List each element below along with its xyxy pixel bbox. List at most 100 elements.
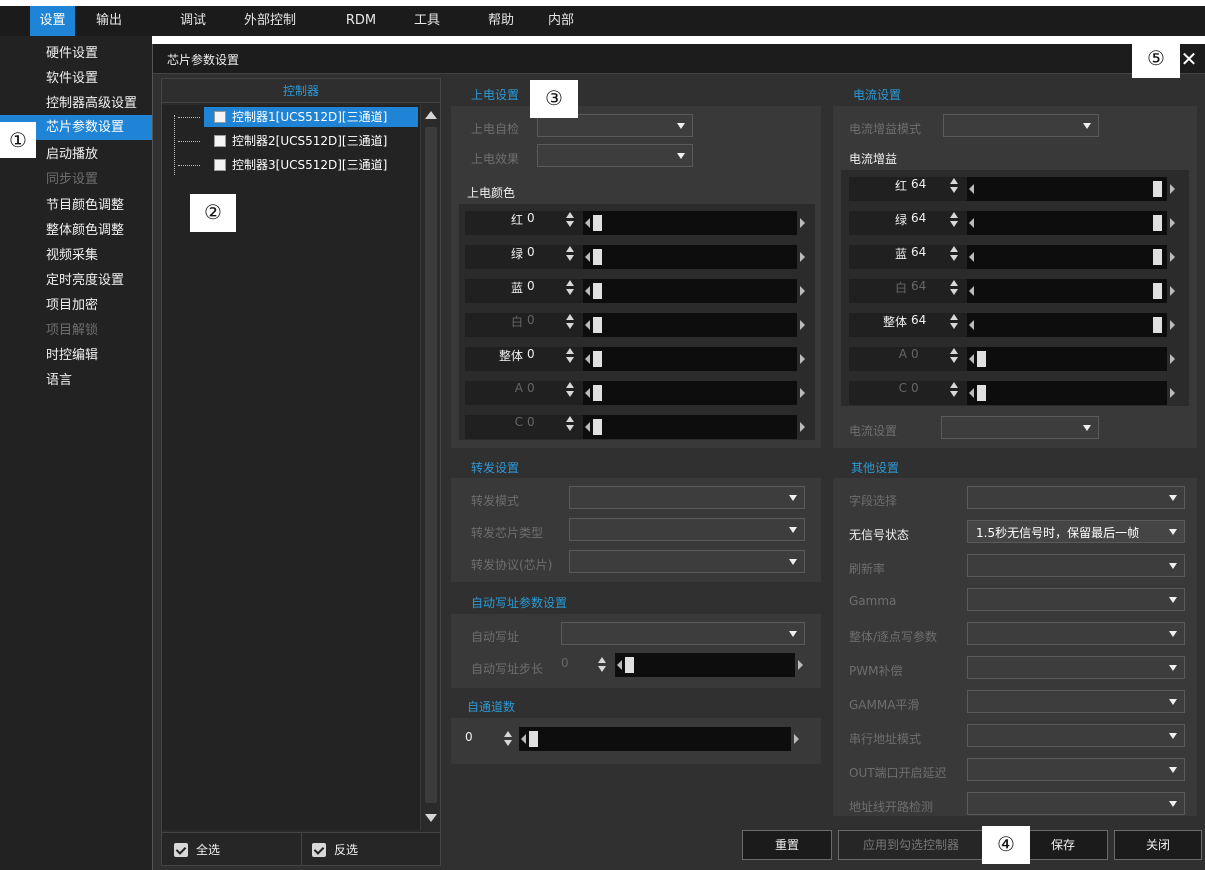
- slider-knob[interactable]: [593, 419, 602, 435]
- other-setting-select-8[interactable]: [967, 758, 1185, 781]
- slider-right-icon[interactable]: [1170, 354, 1175, 364]
- close-button[interactable]: 关闭: [1114, 830, 1202, 860]
- scroll-up-icon[interactable]: [425, 111, 437, 119]
- slider-knob[interactable]: [1153, 215, 1162, 231]
- channel-value[interactable]: 0: [527, 347, 535, 361]
- channel-spinner[interactable]: [949, 347, 959, 365]
- reset-button[interactable]: 重置: [742, 830, 832, 860]
- sidebar-item-5[interactable]: 同步设置: [0, 167, 152, 192]
- select-all-button[interactable]: 全选: [174, 841, 220, 859]
- menu-tools[interactable]: 工具: [404, 6, 450, 36]
- slider-right-icon[interactable]: [798, 660, 803, 670]
- sidebar-item-10[interactable]: 项目加密: [0, 293, 152, 318]
- invert-selection-button[interactable]: 反选: [312, 841, 358, 859]
- menu-rdm[interactable]: RDM: [336, 6, 386, 36]
- channel-slider[interactable]: [967, 381, 1175, 405]
- controller-scrollbar[interactable]: [420, 105, 440, 830]
- sidebar-item-7[interactable]: 整体颜色调整: [0, 218, 152, 243]
- channel-slider[interactable]: [967, 211, 1175, 235]
- channel-value[interactable]: 64: [911, 177, 926, 191]
- other-setting-select-9[interactable]: [967, 792, 1185, 815]
- custom-channels-value[interactable]: 0: [465, 730, 473, 744]
- auto-addr-select[interactable]: [561, 622, 805, 645]
- slider-knob[interactable]: [1153, 181, 1162, 197]
- slider-left-icon[interactable]: [969, 388, 974, 398]
- slider-left-icon[interactable]: [969, 286, 974, 296]
- channel-slider[interactable]: [967, 177, 1175, 201]
- channel-spinner[interactable]: [565, 381, 575, 399]
- slider-right-icon[interactable]: [800, 354, 805, 364]
- sidebar-item-12[interactable]: 时控编辑: [0, 343, 152, 368]
- slider-knob[interactable]: [977, 351, 986, 367]
- channel-slider[interactable]: [967, 347, 1175, 371]
- slider-right-icon[interactable]: [800, 320, 805, 330]
- slider-left-icon[interactable]: [969, 320, 974, 330]
- channel-value[interactable]: 0: [527, 381, 535, 395]
- channel-slider[interactable]: [583, 245, 805, 269]
- channel-spinner[interactable]: [565, 347, 575, 365]
- sidebar-item-13[interactable]: 语言: [0, 368, 152, 393]
- channel-value[interactable]: 0: [527, 279, 535, 293]
- slider-left-icon[interactable]: [969, 252, 974, 262]
- slider-left-icon[interactable]: [617, 660, 622, 670]
- channel-slider[interactable]: [583, 347, 805, 371]
- channel-value[interactable]: 0: [527, 313, 535, 327]
- controller-item-3[interactable]: 控制器3[UCS512D][三通道]: [166, 153, 416, 177]
- channel-spinner[interactable]: [949, 211, 959, 229]
- sidebar-item-9[interactable]: 定时亮度设置: [0, 268, 152, 293]
- slider-knob[interactable]: [529, 731, 538, 747]
- other-setting-select-3[interactable]: [967, 588, 1185, 611]
- channel-spinner[interactable]: [565, 279, 575, 297]
- slider-left-icon[interactable]: [969, 354, 974, 364]
- slider-left-icon[interactable]: [585, 354, 590, 364]
- slider-right-icon[interactable]: [1170, 286, 1175, 296]
- slider-left-icon[interactable]: [969, 184, 974, 194]
- channel-spinner[interactable]: [949, 279, 959, 297]
- apply-to-checked-button[interactable]: 应用到勾选控制器: [838, 830, 984, 860]
- channel-spinner[interactable]: [949, 313, 959, 331]
- slider-left-icon[interactable]: [585, 320, 590, 330]
- controller-1-checkbox[interactable]: [214, 111, 226, 123]
- channel-value[interactable]: 64: [911, 279, 926, 293]
- slider-knob[interactable]: [977, 385, 986, 401]
- other-setting-select-7[interactable]: [967, 724, 1185, 747]
- slider-right-icon[interactable]: [1170, 388, 1175, 398]
- auto-addr-step-slider[interactable]: [615, 653, 803, 677]
- slider-left-icon[interactable]: [521, 734, 526, 744]
- slider-right-icon[interactable]: [800, 218, 805, 228]
- slider-left-icon[interactable]: [585, 218, 590, 228]
- channel-slider[interactable]: [583, 381, 805, 405]
- current-gain-mode-select[interactable]: [943, 114, 1099, 137]
- slider-knob[interactable]: [593, 317, 602, 333]
- slider-right-icon[interactable]: [1170, 184, 1175, 194]
- sidebar-item-2[interactable]: 控制器高级设置: [0, 91, 152, 116]
- slider-left-icon[interactable]: [585, 286, 590, 296]
- channel-value[interactable]: 0: [527, 415, 535, 429]
- custom-channels-slider[interactable]: [519, 727, 799, 751]
- forward-protocol-select[interactable]: [569, 550, 805, 573]
- channel-spinner[interactable]: [949, 245, 959, 263]
- channel-value[interactable]: 0: [911, 381, 919, 395]
- current-setting-select[interactable]: [941, 416, 1099, 439]
- slider-left-icon[interactable]: [585, 422, 590, 432]
- channel-slider[interactable]: [583, 279, 805, 303]
- slider-knob[interactable]: [593, 215, 602, 231]
- slider-left-icon[interactable]: [969, 218, 974, 228]
- controller-item-1[interactable]: 控制器1[UCS512D][三通道]: [166, 105, 418, 129]
- channel-spinner[interactable]: [565, 211, 575, 229]
- controller-item-2[interactable]: 控制器2[UCS512D][三通道]: [166, 129, 416, 153]
- close-icon[interactable]: ✕: [1178, 47, 1200, 71]
- slider-right-icon[interactable]: [794, 734, 799, 744]
- sidebar-item-0[interactable]: 硬件设置: [0, 41, 152, 66]
- save-button[interactable]: 保存: [1018, 830, 1108, 860]
- channel-slider[interactable]: [583, 211, 805, 235]
- other-setting-select-0[interactable]: [967, 486, 1185, 509]
- slider-knob[interactable]: [593, 283, 602, 299]
- channel-value[interactable]: 64: [911, 211, 926, 225]
- sidebar-item-11[interactable]: 项目解锁: [0, 318, 152, 343]
- slider-knob[interactable]: [593, 249, 602, 265]
- forward-chip-type-select[interactable]: [569, 518, 805, 541]
- sidebar-item-6[interactable]: 节目颜色调整: [0, 193, 152, 218]
- menu-debug[interactable]: 调试: [170, 6, 216, 36]
- slider-right-icon[interactable]: [800, 286, 805, 296]
